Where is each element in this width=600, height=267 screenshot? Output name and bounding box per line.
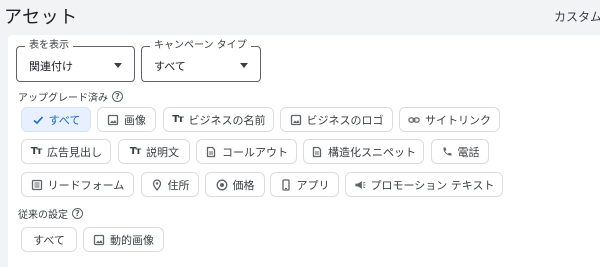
campaign-type-select[interactable]: キャンペーン タイプ すべて — [141, 39, 261, 82]
document-icon — [311, 146, 323, 158]
price-icon — [216, 179, 228, 191]
chevron-down-icon — [240, 63, 248, 68]
filter-chip[interactable]: Tт 広告見出し — [21, 139, 111, 164]
chip-label: 価格 — [232, 178, 255, 192]
help-icon[interactable]: ? — [72, 208, 83, 219]
filter-chip[interactable]: 電話 — [431, 139, 489, 164]
filter-chip[interactable]: 画像 — [97, 107, 156, 132]
filter-card: 表を表示 関連付け キャンペーン タイプ すべて アップグレード済み ? すべて… — [8, 35, 600, 267]
text-icon: Tт — [172, 114, 184, 125]
text-icon: Tт — [30, 146, 43, 157]
document-icon — [205, 146, 217, 158]
form-icon — [31, 179, 43, 191]
location-icon — [151, 178, 163, 191]
chip-label: リードフォーム — [47, 178, 125, 192]
chip-label: ビジネスのロゴ — [306, 113, 384, 127]
filter-chip[interactable]: ビジネスのロゴ — [280, 107, 393, 132]
legacy-section-label: 従来の設定 ? — [18, 206, 83, 221]
table-view-select[interactable]: 表を表示 関連付け — [16, 39, 135, 82]
link-icon — [408, 114, 420, 126]
page-title: アセット — [4, 7, 78, 28]
filter-chip[interactable]: 動的画像 — [83, 227, 164, 252]
chip-label: 住所 — [167, 178, 190, 192]
chip-label: 構造化スニペット — [328, 145, 416, 159]
chip-label: すべて — [48, 113, 81, 127]
phone-icon — [441, 146, 453, 158]
table-view-value: 関連付け — [29, 60, 73, 73]
chip-label: 電話 — [457, 145, 480, 159]
chip-label: サイトリンク — [425, 113, 491, 127]
upgraded-label-text: アップグレード済み — [18, 93, 108, 104]
text-icon: Tт — [129, 146, 142, 157]
filter-chip[interactable]: すべて — [21, 227, 77, 252]
help-icon[interactable]: ? — [112, 91, 123, 102]
chip-label: 広告見出し — [47, 145, 102, 159]
chip-label: 説明文 — [146, 145, 179, 159]
chip-label: コールアウト — [222, 145, 288, 159]
image-icon — [290, 114, 302, 126]
image-icon — [93, 234, 105, 246]
chevron-down-icon — [114, 63, 122, 68]
megaphone-icon — [354, 179, 366, 191]
filter-chip[interactable]: プロモーション テキスト — [345, 172, 503, 197]
chip-label: すべて — [33, 233, 65, 247]
filter-chip[interactable]: サイトリンク — [399, 107, 500, 132]
legacy-label-text: 従来の設定 — [18, 210, 68, 221]
table-view-label: 表を表示 — [25, 39, 73, 53]
filter-chip[interactable]: アプリ — [270, 172, 339, 197]
check-icon — [32, 114, 44, 126]
filter-chip[interactable]: Tт 説明文 — [118, 139, 190, 164]
filter-chip[interactable]: コールアウト — [196, 139, 297, 164]
campaign-type-value: すべて — [154, 60, 186, 73]
custom-link[interactable]: カスタム — [554, 8, 600, 25]
phone-app-icon — [280, 178, 292, 191]
chip-label: 動的画像 — [110, 233, 154, 247]
chip-label: プロモーション テキスト — [370, 178, 495, 192]
chip-label: ビジネスの名前 — [188, 113, 266, 127]
campaign-type-label: キャンペーン タイプ — [150, 39, 251, 53]
upgraded-section-label: アップグレード済み ? — [18, 89, 123, 104]
filter-chip[interactable]: 住所 — [141, 172, 199, 197]
filter-chip[interactable]: 構造化スニペット — [303, 139, 424, 164]
filter-chip[interactable]: リードフォーム — [21, 172, 134, 197]
filter-chip[interactable]: 価格 — [205, 172, 265, 197]
chip-label: 画像 — [124, 113, 146, 127]
filter-chip[interactable]: すべて — [21, 107, 91, 132]
image-icon — [107, 114, 119, 126]
chip-label: アプリ — [296, 178, 330, 192]
filter-chip[interactable]: Tт ビジネスの名前 — [163, 107, 274, 132]
